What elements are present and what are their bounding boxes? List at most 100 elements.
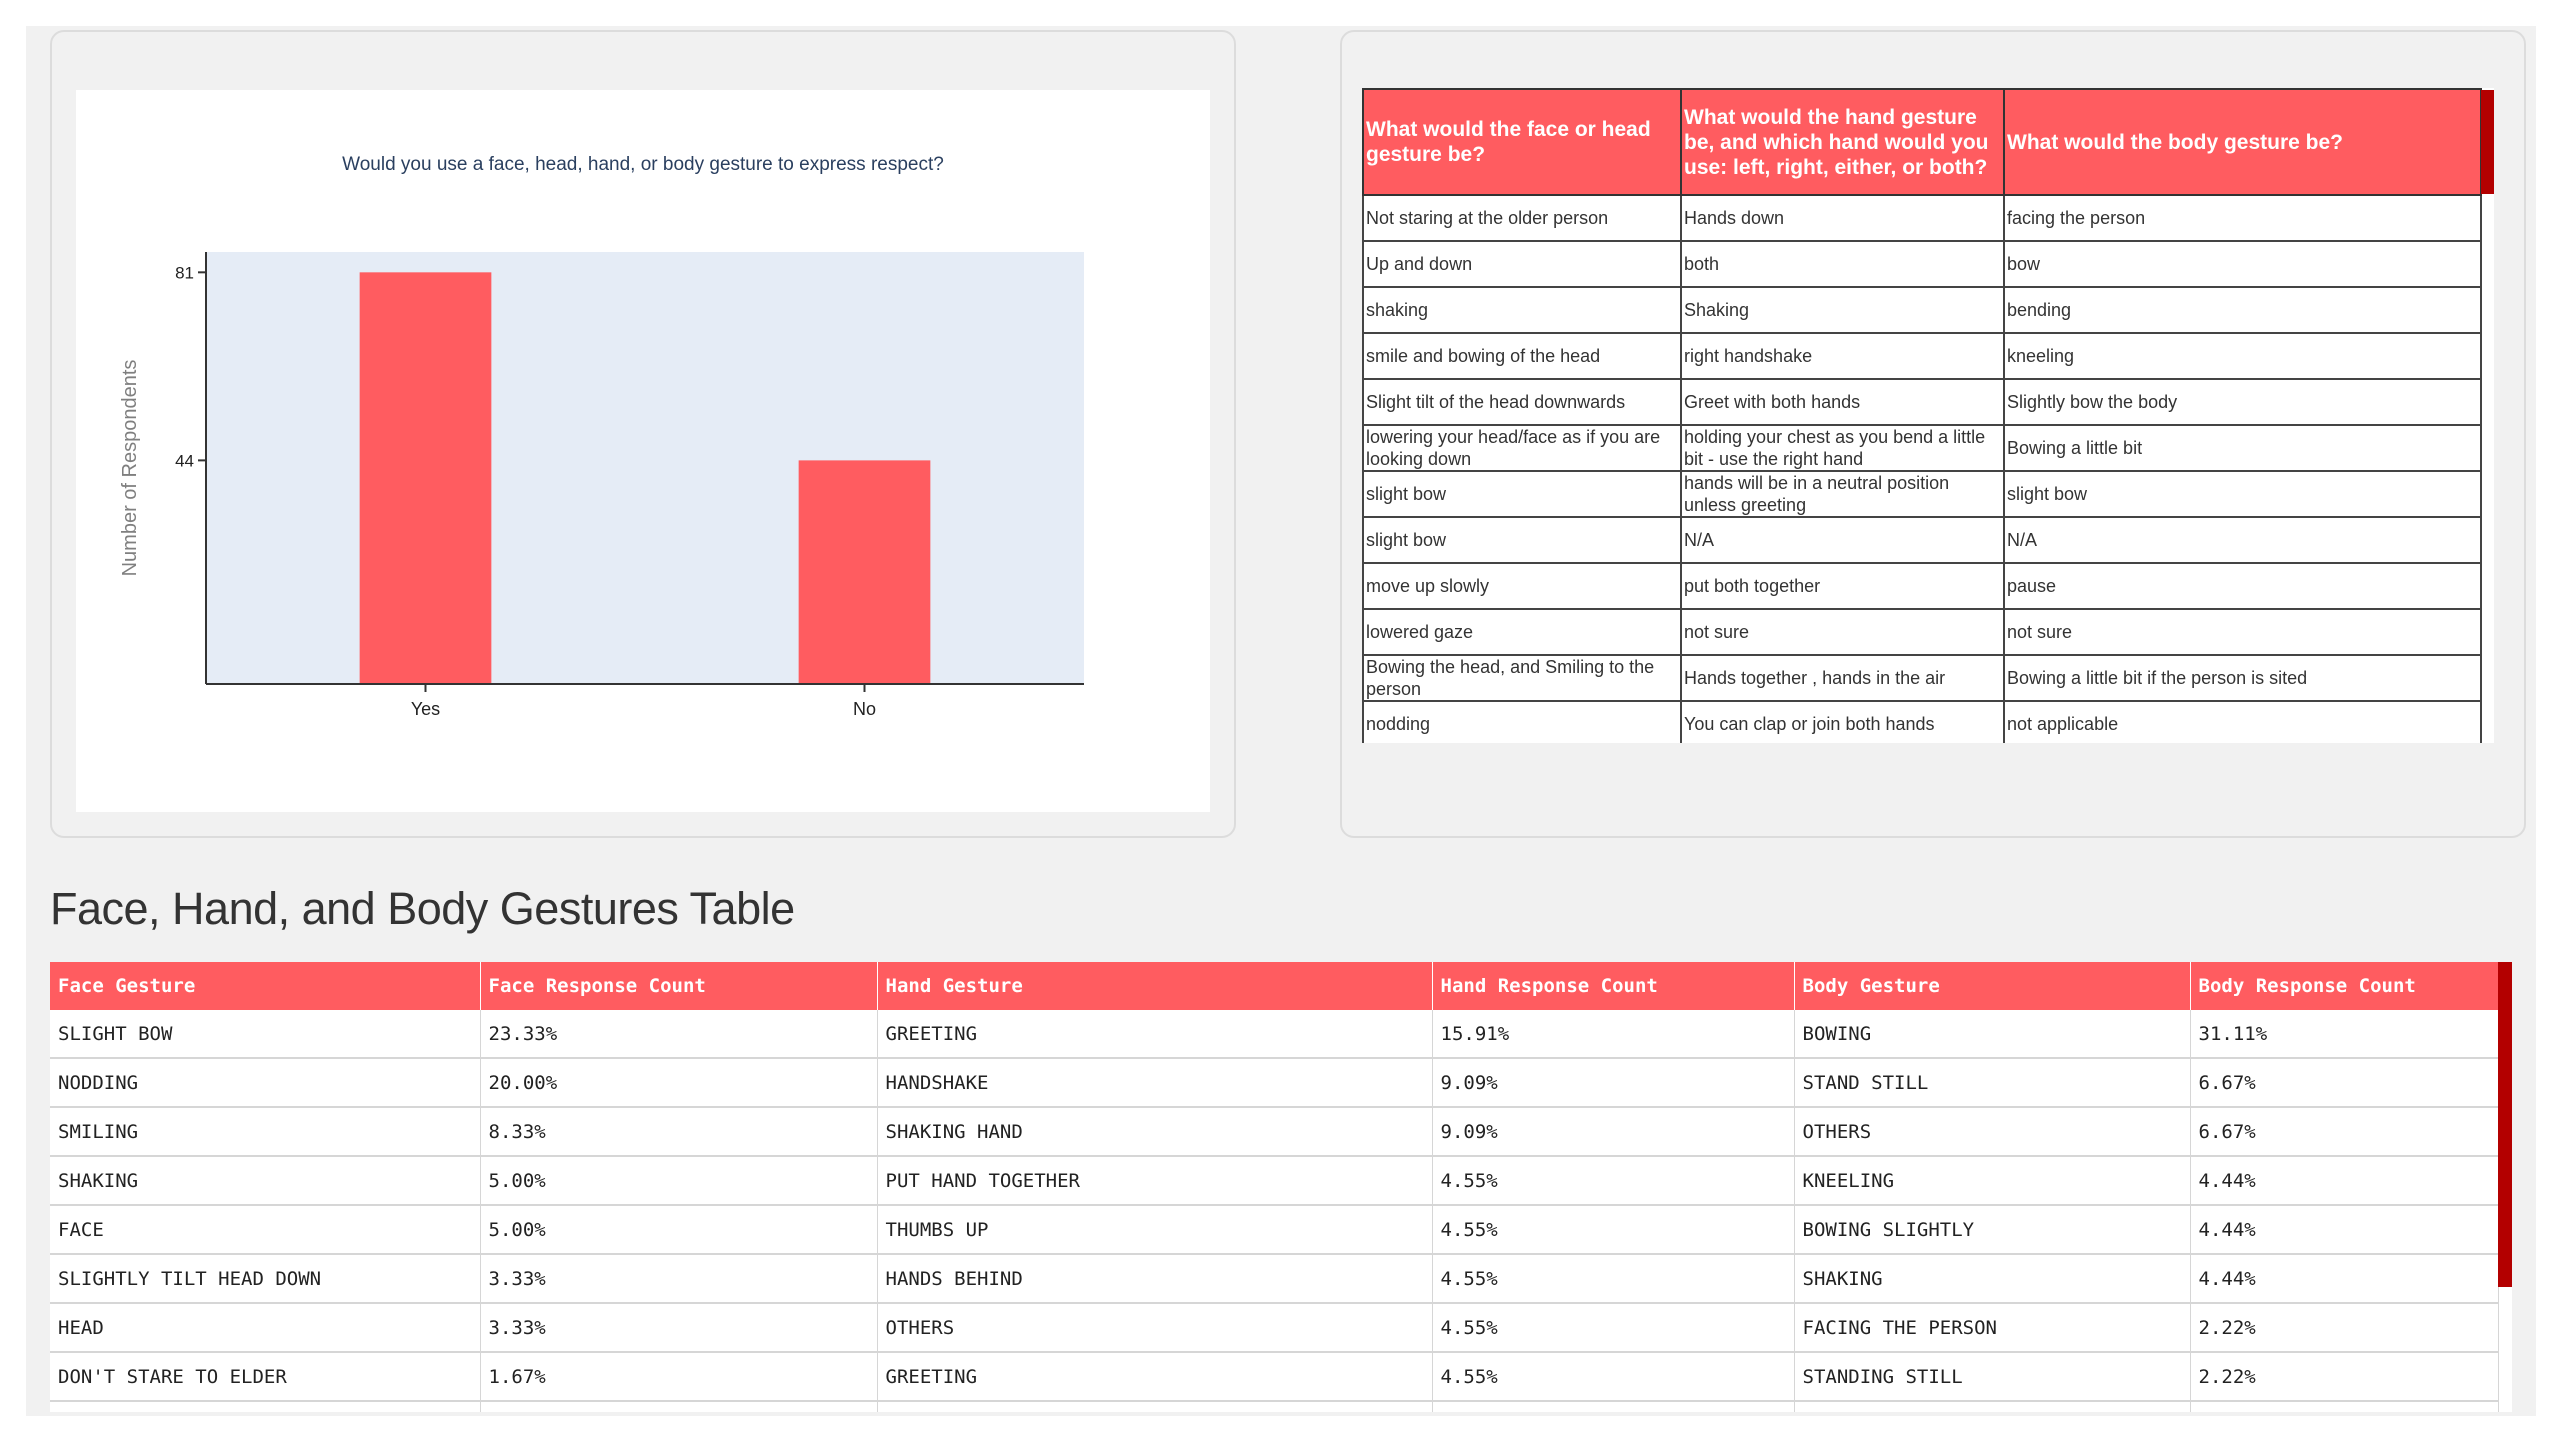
y-tick-label: 44: [175, 451, 194, 470]
table-row: Not staring at the older person Hands dow…: [1362, 194, 2482, 242]
table-row: SMILING 8.33% SHAKING HAND 9.09% OTHERS 6.67%: [50, 1107, 2499, 1157]
table-row: SHAKING 5.00% PUT HAND TOGETHER 4.55% KNEELI…: [50, 1156, 2499, 1206]
table-cell: STANDING STILL: [1794, 1352, 2191, 1402]
table-cell: hands will be in a neutral position unle…: [1680, 470, 2005, 518]
table-cell: bending: [2003, 286, 2482, 334]
table-cell: 4.55%: [1432, 1352, 1795, 1402]
table-cell: SLIGHT BOW: [50, 1010, 481, 1059]
table-cell: OTHERS: [877, 1303, 1433, 1353]
table-cell: put both together: [1680, 562, 2005, 610]
table-cell: THUMBS UP: [877, 1205, 1433, 1255]
responses-header-1: What would the hand gesture be, and whic…: [1680, 88, 2005, 196]
table-cell: 8.33%: [480, 1107, 878, 1157]
table-cell: HANDSHAKE: [877, 1058, 1433, 1108]
table-row: NODDING 20.00% HANDSHAKE 9.09% STAND STILL 6.…: [50, 1058, 2499, 1108]
table-cell: right handshake: [1680, 332, 2005, 380]
table-row: FACE 5.00% THUMBS UP 4.55% BOWING SLIGHTLY 4.…: [50, 1205, 2499, 1255]
table-cell: 31.11%: [2190, 1010, 2499, 1059]
table-cell: 4.55%: [1432, 1254, 1795, 1304]
table-cell: Up and down: [1362, 240, 1682, 288]
table-cell: SLIGHTLY TILT HEAD DOWN: [50, 1254, 481, 1304]
table-cell: PUT HANDS TOGETHER: [877, 1401, 1433, 1412]
table-cell: lowering your head/face as if you are lo…: [1362, 424, 1682, 472]
table-cell: STAND STILL: [50, 1401, 481, 1412]
gestures-header-4[interactable]: Body Gesture: [1794, 962, 2191, 1010]
gestures-header-2[interactable]: Hand Gesture: [877, 962, 1433, 1010]
responses-scrollbar[interactable]: [2481, 90, 2494, 194]
table-cell: 6.67%: [2190, 1058, 2499, 1108]
table-cell: holding your chest as you bend a little …: [1680, 424, 2005, 472]
bar-chart-card: Would you use a face, head, hand, or bod…: [76, 90, 1210, 812]
bar-chart: Would you use a face, head, hand, or bod…: [119, 154, 1084, 719]
chart-title: Would you use a face, head, hand, or bod…: [342, 154, 944, 175]
table-cell: Slightly bow the body: [2003, 378, 2482, 426]
table-cell: Greet with both hands: [1680, 378, 2005, 426]
plot-area: [206, 252, 1084, 684]
table-cell: 2.22%: [2190, 1303, 2499, 1353]
table-cell: 9.09%: [1432, 1107, 1795, 1157]
table-row: Up and down both bow: [1362, 240, 2482, 288]
table-cell: nodding: [1362, 700, 1682, 743]
table-cell: facing the person: [2003, 194, 2482, 242]
table-cell: GREETING: [877, 1010, 1433, 1059]
table-cell: Hands together , hands in the air: [1680, 654, 2005, 702]
table-row: nodding You can clap or join both hands no…: [1362, 700, 2482, 743]
responses-header-2: What would the body gesture be?: [2003, 88, 2482, 196]
gestures-scrollbar[interactable]: [2498, 962, 2512, 1287]
y-axis-label: Number of Respondents: [119, 360, 141, 577]
table-row: lowered gaze not sure not sure: [1362, 608, 2482, 656]
x-tick-label: Yes: [411, 699, 440, 719]
table-row: Slight tilt of the head downwards Greet w…: [1362, 378, 2482, 426]
table-cell: FACE: [50, 1205, 481, 1255]
table-cell: Bowing a little bit if the person is sit…: [2003, 654, 2482, 702]
table-cell: 4.55%: [1432, 1303, 1795, 1353]
bar-no[interactable]: [798, 460, 931, 684]
table-cell: STAND STILL: [1794, 1058, 2191, 1108]
table-row: move up slowly put both together pause: [1362, 562, 2482, 610]
table-cell: lowered gaze: [1362, 608, 1682, 656]
gestures-header-0[interactable]: Face Gesture: [50, 962, 481, 1010]
responses-header-0: What would the face or head gesture be?: [1362, 88, 1682, 196]
table-cell: 15.91%: [1432, 1010, 1795, 1059]
gestures-table-container[interactable]: Face Gesture Face Response Count Hand Gest…: [50, 962, 2512, 1412]
responses-table-container[interactable]: What would the face or head gesture be? W…: [1362, 88, 2494, 743]
table-cell: 2.22%: [2190, 1401, 2499, 1412]
table-cell: 3.33%: [480, 1303, 878, 1353]
table-cell: HANDS BEHIND: [877, 1254, 1433, 1304]
gestures-header-1[interactable]: Face Response Count: [480, 962, 878, 1010]
table-cell: 4.44%: [2190, 1156, 2499, 1206]
table-row: slight bow hands will be in a neutral pos…: [1362, 470, 2482, 518]
table-cell: pause: [2003, 562, 2482, 610]
table-cell: 1.67%: [480, 1401, 878, 1412]
table-cell: 4.55%: [1432, 1205, 1795, 1255]
table-row: DON'T STARE TO ELDER 1.67% GREETING 4.55% ST…: [50, 1352, 2499, 1402]
table-cell: move up slowly: [1362, 562, 1682, 610]
gestures-header-3[interactable]: Hand Response Count: [1432, 962, 1795, 1010]
table-row: Bowing the head, and Smiling to the pers…: [1362, 654, 2482, 702]
table-cell: 2.22%: [2190, 1352, 2499, 1402]
table-cell: N/A: [1680, 516, 2005, 564]
table-cell: 5.00%: [480, 1156, 878, 1206]
table-cell: slight bow: [1362, 470, 1682, 518]
table-cell: Shaking: [1680, 286, 2005, 334]
table-cell: SHAKING HAND: [877, 1107, 1433, 1157]
table-cell: SHAKING: [50, 1156, 481, 1206]
table-cell: SHAKING: [1794, 1254, 2191, 1304]
table-row: SLIGHTLY TILT HEAD DOWN 3.33% HANDS BEHIND…: [50, 1254, 2499, 1304]
gestures-header-5[interactable]: Body Response Count: [2190, 962, 2499, 1010]
table-cell: 4.44%: [2190, 1254, 2499, 1304]
table-cell: Not staring at the older person: [1362, 194, 1682, 242]
table-row: lowering your head/face as if you are lo…: [1362, 424, 2482, 472]
table-cell: SMILING: [50, 1107, 481, 1157]
table-row: smile and bowing of the head right handsh…: [1362, 332, 2482, 380]
table-row: slight bow N/A N/A: [1362, 516, 2482, 564]
table-cell: not sure: [2003, 608, 2482, 656]
table-cell: DON'T STARE TO ELDER: [50, 1352, 481, 1402]
table-cell: 9.09%: [1432, 1058, 1795, 1108]
table-row: shaking Shaking bending: [1362, 286, 2482, 334]
bar-yes[interactable]: [359, 272, 492, 684]
table-row: HEAD 3.33% OTHERS 4.55% FACING THE PERSON 2.2…: [50, 1303, 2499, 1353]
table-cell: both: [1680, 240, 2005, 288]
table-cell: NODDING: [50, 1058, 481, 1108]
table-cell: BOWING SLIGHTLY: [1794, 1205, 2191, 1255]
